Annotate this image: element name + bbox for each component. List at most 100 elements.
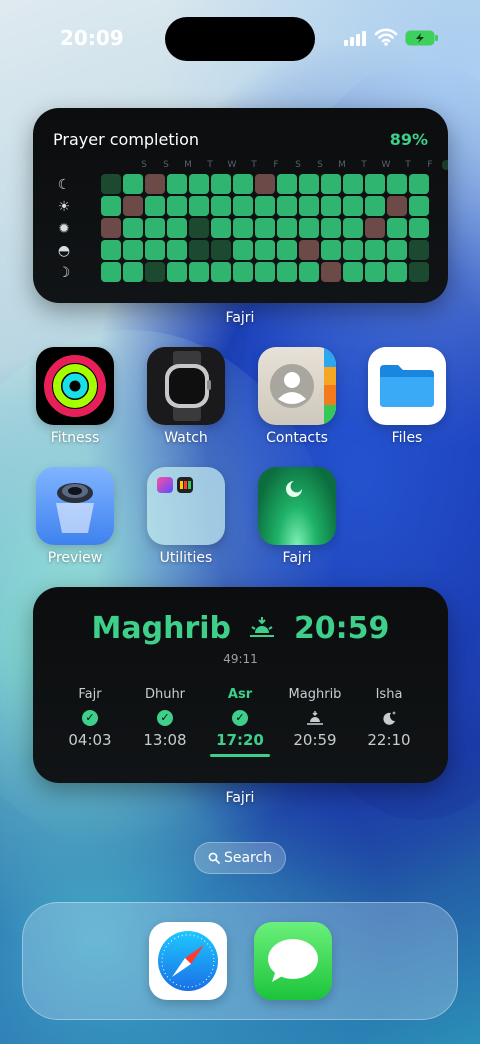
watch-app-icon[interactable] [147, 347, 225, 425]
prayer-time: 04:03 [68, 731, 112, 749]
completion-cell [101, 240, 121, 260]
completion-cell [409, 196, 429, 216]
completion-cell [233, 218, 253, 238]
weekday-label: T [207, 160, 213, 170]
completion-cell [321, 174, 341, 194]
sun-high-icon: ✹ [58, 221, 70, 237]
prayer-time: 20:59 [293, 731, 337, 749]
completion-cell [321, 240, 341, 260]
wifi-icon [374, 28, 398, 46]
preview-app-icon[interactable] [36, 467, 114, 545]
weekday-label: S [163, 160, 169, 170]
weekday-label: S [141, 160, 147, 170]
completion-cell [387, 218, 407, 238]
safari-app-icon[interactable] [149, 922, 227, 1000]
status-time: 20:09 [60, 26, 124, 50]
sunset-icon: ◓ [57, 243, 71, 259]
messages-app-icon[interactable] [254, 922, 332, 1000]
completion-cell [123, 174, 143, 194]
weekday-label: S [295, 160, 301, 170]
prayer-name: Fajr [78, 687, 102, 702]
weekday-label: M [184, 160, 192, 170]
fitness-app-icon[interactable] [36, 347, 114, 425]
weekday-header: SSMTWTFSSMTWTFS [134, 160, 448, 174]
moon-icon: ☾ [57, 177, 71, 193]
completion-cell [145, 240, 165, 260]
moon-stars-icon: ☽ [57, 265, 71, 281]
weekday-label: W [227, 160, 237, 170]
completion-cell [387, 240, 407, 260]
sunset-icon [307, 711, 323, 725]
moon-stars-icon [383, 711, 396, 725]
dynamic-island [165, 17, 315, 61]
search-icon [208, 852, 220, 864]
completion-cell [101, 262, 121, 282]
completion-cell [211, 196, 231, 216]
completion-cell [211, 218, 231, 238]
search-label: Search [223, 850, 273, 866]
completion-cell [211, 262, 231, 282]
weekday-label: F [273, 160, 279, 170]
completion-cell [101, 196, 121, 216]
fajri-app-icon[interactable] [258, 467, 336, 545]
prayer-isha: Isha 22:10 [349, 687, 429, 749]
completion-cell [365, 262, 385, 282]
completion-cell [343, 218, 363, 238]
completion-cell [409, 174, 429, 194]
completion-cell [321, 262, 341, 282]
completion-cell [255, 218, 275, 238]
weekday-label: W [381, 160, 391, 170]
completion-cell [321, 218, 341, 238]
countdown: 49:11 [223, 652, 258, 666]
completion-cell [409, 218, 429, 238]
widget-caption: Fajri [225, 310, 255, 326]
completion-cell [255, 240, 275, 260]
prayer-completion-widget[interactable]: Prayer completion 89% SSMTWTFSSMTWTFS ☾☀… [33, 108, 448, 303]
cellular-signal-icon [344, 30, 368, 46]
completion-cell [167, 240, 187, 260]
app-label-fitness: Fitness [50, 430, 100, 446]
completion-cell [123, 218, 143, 238]
completion-cell [189, 262, 209, 282]
completion-cell [255, 262, 275, 282]
search-button[interactable]: Search [194, 842, 286, 874]
contacts-app-icon[interactable] [258, 347, 336, 425]
completion-cell [365, 218, 385, 238]
completion-cell [277, 196, 297, 216]
completion-cell [167, 174, 187, 194]
completion-cell [299, 196, 319, 216]
completion-cell [167, 262, 187, 282]
utilities-folder-icon[interactable] [147, 467, 225, 545]
weekday-label: S [442, 160, 448, 170]
completion-cell [189, 174, 209, 194]
files-app-icon[interactable] [368, 347, 446, 425]
battery-charging-icon [405, 30, 438, 46]
completion-cell [145, 196, 165, 216]
completion-cell [321, 196, 341, 216]
completion-cell [343, 240, 363, 260]
completion-cell [233, 262, 253, 282]
prayer-name: Asr [227, 687, 253, 702]
completion-cell [299, 174, 319, 194]
status-bar: 20:09 [0, 0, 480, 78]
check-icon: ✓ [157, 710, 173, 726]
completion-cell [145, 218, 165, 238]
completion-cell [167, 218, 187, 238]
completion-cell [189, 218, 209, 238]
app-label-contacts: Contacts [266, 430, 328, 446]
weekday-label: M [338, 160, 346, 170]
completion-cell [299, 262, 319, 282]
completion-cell [233, 240, 253, 260]
prayer-time: 17:20 [216, 731, 264, 749]
completion-cell [123, 196, 143, 216]
dock [22, 902, 458, 1020]
completion-cell [387, 174, 407, 194]
widget-title: Prayer completion [53, 130, 199, 149]
active-indicator [210, 754, 270, 757]
sunset-icon [250, 617, 275, 637]
completion-cell [101, 218, 121, 238]
next-prayer-widget[interactable]: Maghrib 20:59 49:11 Fajr ✓ 04:03 Dhuhr ✓… [33, 587, 448, 783]
completion-cell [343, 262, 363, 282]
prayer-asr: Asr ✓ 17:20 [200, 687, 280, 757]
completion-cell [189, 196, 209, 216]
